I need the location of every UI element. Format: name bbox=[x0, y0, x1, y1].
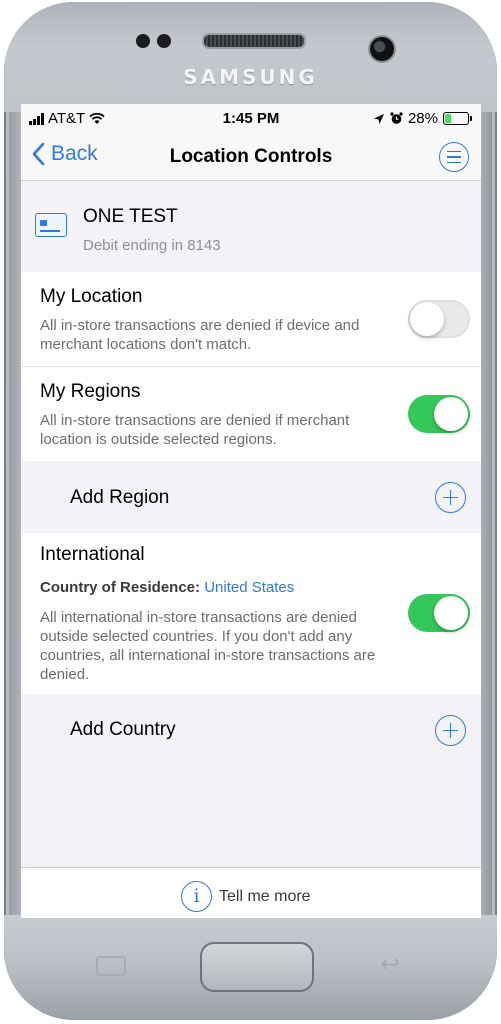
back-key-icon[interactable]: ↩ bbox=[380, 950, 400, 979]
add-region-plus-icon[interactable] bbox=[435, 482, 466, 513]
international-section: International Country of Residence: Unit… bbox=[21, 533, 481, 694]
battery-percent: 28% bbox=[407, 110, 438, 127]
navigation-bar: Back Location Controls bbox=[21, 132, 481, 181]
my-location-section: My Location All in-store transactions ar… bbox=[21, 272, 481, 366]
location-arrow-icon bbox=[373, 113, 384, 124]
phone-top-bezel bbox=[4, 2, 497, 112]
info-icon[interactable]: i bbox=[181, 881, 212, 912]
my-regions-toggle[interactable] bbox=[408, 395, 470, 433]
my-regions-title: My Regions bbox=[40, 381, 141, 402]
tell-me-more-link[interactable]: Tell me more bbox=[219, 888, 311, 906]
add-country-row[interactable]: Add Country bbox=[21, 694, 481, 766]
card-summary: ONE TEST Debit ending in 8143 bbox=[21, 181, 481, 272]
earpiece-speaker bbox=[202, 33, 306, 49]
my-location-description: All in-store transactions are denied if … bbox=[40, 317, 360, 353]
brand-logo: SAMSUNG bbox=[183, 65, 318, 89]
card-subtitle: Debit ending in 8143 bbox=[83, 237, 221, 254]
back-button[interactable]: Back bbox=[31, 142, 98, 166]
my-location-toggle[interactable] bbox=[408, 300, 470, 338]
international-description: All international in-store transactions … bbox=[40, 609, 376, 683]
status-bar: AT&T 1:45 PM 28% bbox=[21, 104, 481, 132]
front-camera-icon bbox=[368, 35, 396, 63]
residence-value-link[interactable]: United States bbox=[204, 579, 294, 596]
residence-label: Country of Residence: bbox=[40, 579, 201, 596]
battery-icon bbox=[443, 112, 472, 125]
menu-icon[interactable] bbox=[439, 142, 469, 172]
card-name: ONE TEST bbox=[83, 206, 178, 227]
alarm-clock-icon bbox=[390, 112, 403, 124]
back-label: Back bbox=[51, 142, 98, 165]
footer-bar[interactable]: i Tell me more bbox=[21, 867, 481, 918]
my-regions-section: My Regions All in-store transactions are… bbox=[21, 367, 481, 461]
app-screen: AT&T 1:45 PM 28% Back Location Controls … bbox=[21, 104, 481, 918]
credit-card-icon bbox=[35, 213, 67, 237]
add-country-label: Add Country bbox=[70, 719, 176, 740]
country-of-residence: Country of Residence: United States bbox=[40, 579, 294, 596]
status-right: 28% bbox=[373, 110, 472, 127]
recent-apps-key-icon[interactable] bbox=[96, 956, 126, 976]
add-country-plus-icon[interactable] bbox=[435, 715, 466, 746]
sensor-dot-icon bbox=[157, 34, 171, 48]
add-region-label: Add Region bbox=[70, 487, 170, 508]
home-button[interactable] bbox=[200, 942, 314, 992]
chevron-left-icon bbox=[32, 142, 45, 166]
my-location-title: My Location bbox=[40, 286, 143, 307]
add-region-row[interactable]: Add Region bbox=[21, 461, 481, 533]
international-toggle[interactable] bbox=[408, 594, 470, 632]
sensor-dot-icon bbox=[136, 34, 150, 48]
my-regions-description: All in-store transactions are denied if … bbox=[40, 412, 350, 448]
international-title: International bbox=[40, 544, 145, 565]
